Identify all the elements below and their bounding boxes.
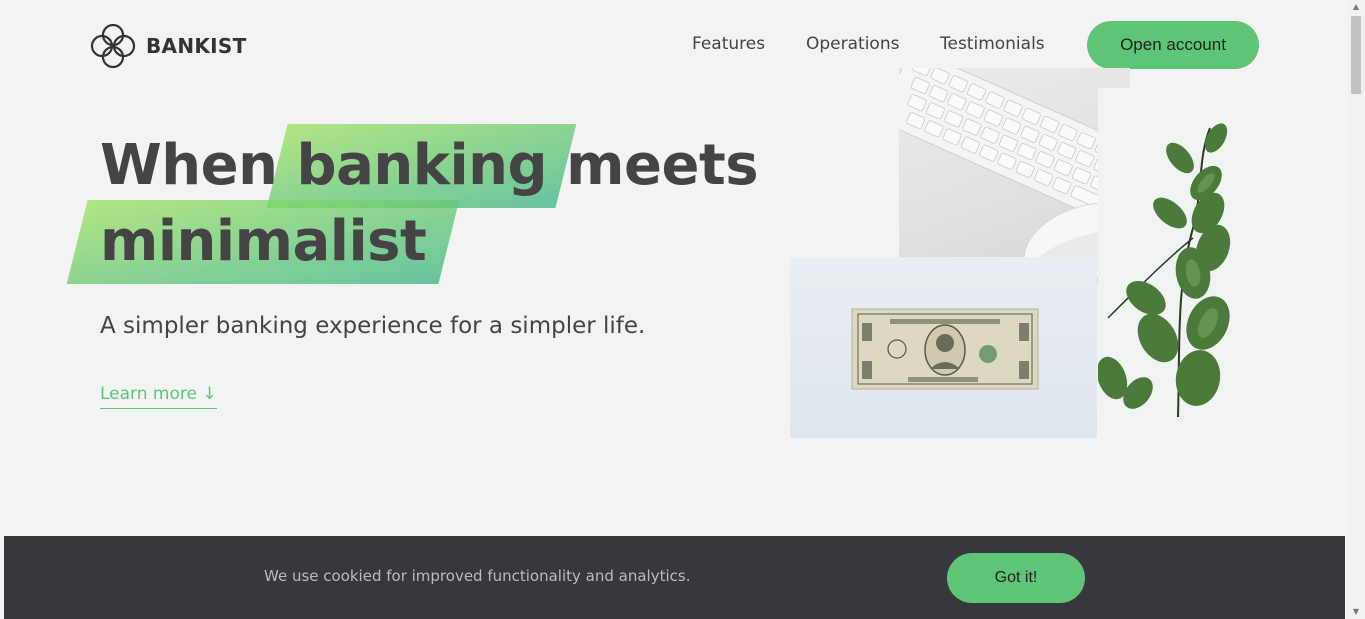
hero-title: When banking meets minimalist — [66, 124, 759, 284]
cookie-banner: We use cookied for improved functionalit… — [4, 536, 1345, 619]
hero-subtitle: A simpler banking experience for a simpl… — [100, 313, 646, 339]
hero-title-text-meets: meets — [566, 133, 759, 198]
hero-highlight-banking-text: banking — [296, 133, 548, 198]
logo-text: BANKIST — [146, 34, 247, 58]
accept-cookies-button[interactable]: Got it! — [947, 553, 1085, 603]
scroll-down-arrow-icon[interactable]: ▼ — [1347, 605, 1365, 619]
logo[interactable]: BANKIST — [89, 22, 247, 70]
hero-highlight-minimalist-text: minimalist — [100, 209, 427, 274]
scroll-up-arrow-icon[interactable]: ▲ — [1347, 0, 1365, 14]
hero-highlight-banking: banking — [267, 124, 577, 208]
page-scrollbar[interactable]: ▲ ▼ — [1347, 0, 1365, 619]
logo-icon — [90, 23, 136, 69]
nav-link-testimonials[interactable]: Testimonials — [940, 34, 1045, 54]
hero-image-keyboard — [899, 68, 1130, 284]
scrollbar-thumb[interactable] — [1351, 16, 1361, 94]
open-account-button[interactable]: Open account — [1087, 21, 1259, 69]
hero-image-dollar — [790, 257, 1097, 438]
hero-image-plant — [1098, 88, 1249, 417]
cookie-message: We use cookied for improved functionalit… — [264, 567, 691, 585]
nav-link-operations[interactable]: Operations — [806, 34, 899, 54]
navigation-bar: BANKIST Features Operations Testimonials… — [0, 0, 1347, 90]
hero-title-text-when: When — [100, 133, 278, 198]
nav-link-features[interactable]: Features — [692, 34, 765, 54]
learn-more-link[interactable]: Learn more ↓ — [100, 384, 217, 409]
hero-highlight-minimalist: minimalist — [66, 200, 460, 284]
